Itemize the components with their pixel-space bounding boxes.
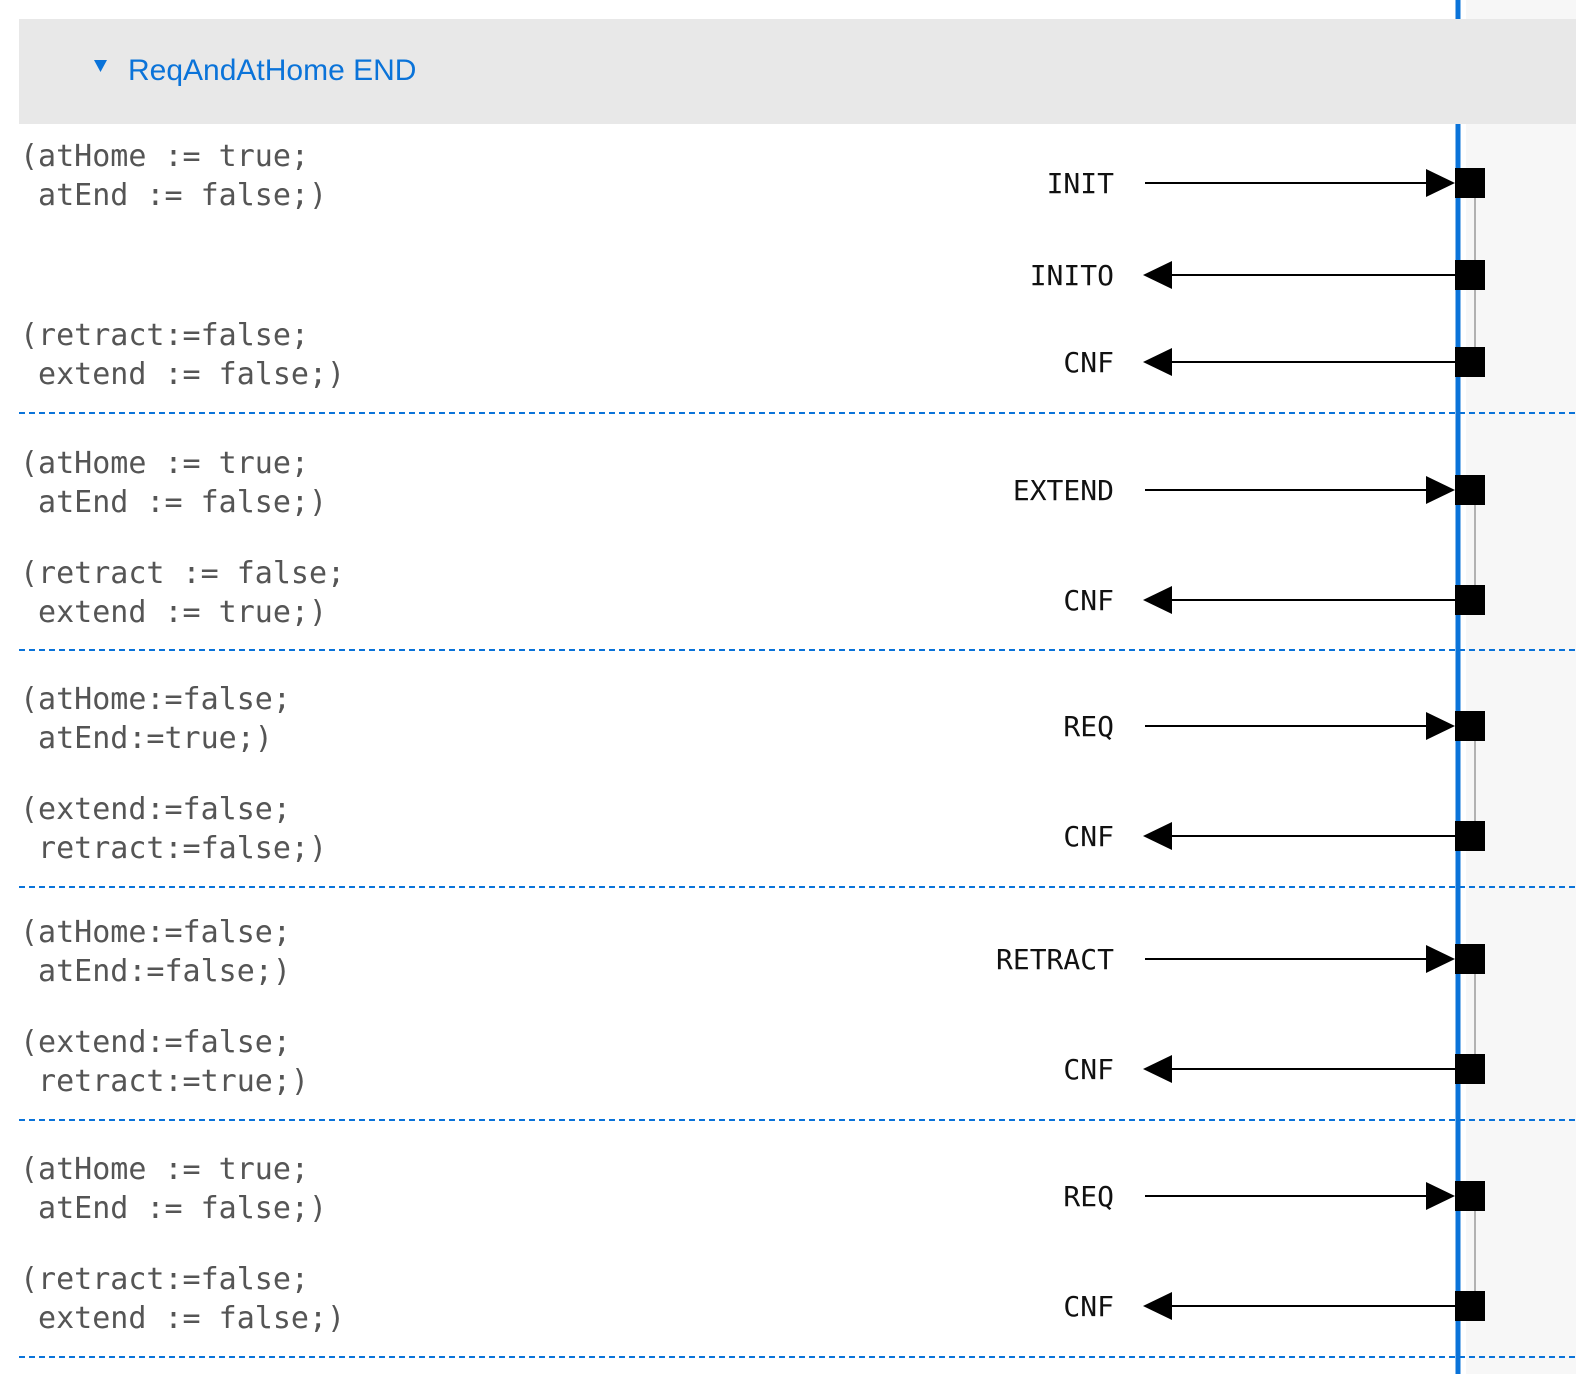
event-box[interactable] xyxy=(1455,1291,1485,1321)
event-box[interactable] xyxy=(1455,711,1485,741)
arrowhead-left-icon xyxy=(1143,822,1172,850)
annotation-line: (retract:=false; xyxy=(20,318,309,353)
annotation-line: (retract := false; xyxy=(20,556,345,591)
annotation-line: retract:=true;) xyxy=(20,1064,309,1099)
event-box[interactable] xyxy=(1455,347,1485,377)
event-label: CNF xyxy=(1063,1290,1114,1323)
annotation-line: atEnd := false;) xyxy=(20,178,327,213)
annotation-line: extend := false;) xyxy=(20,1301,345,1336)
event-label: REQ xyxy=(1063,710,1114,743)
event-row[interactable]: RETRACT (atHome:=false; atEnd:=false;) xyxy=(20,915,1485,989)
event-label: CNF xyxy=(1063,584,1114,617)
arrowhead-left-icon xyxy=(1143,261,1172,289)
event-row[interactable]: CNF (retract:=false; extend := false;) xyxy=(20,1262,1485,1336)
event-box[interactable] xyxy=(1455,260,1485,290)
event-box[interactable] xyxy=(1455,944,1485,974)
arrowhead-left-icon xyxy=(1143,1055,1172,1083)
annotation-line: (extend:=false; xyxy=(20,1025,291,1060)
event-row[interactable]: EXTEND (atHome := true; atEnd := false;) xyxy=(20,446,1485,520)
arrowhead-left-icon xyxy=(1143,348,1172,376)
annotation-line: atEnd := false;) xyxy=(20,485,327,520)
annotation-line: atEnd:=true;) xyxy=(20,721,273,756)
event-box[interactable] xyxy=(1455,1054,1485,1084)
annotation-line: (atHome := true; xyxy=(20,1152,309,1187)
annotation-line: atEnd:=false;) xyxy=(20,954,291,989)
event-row[interactable]: CNF (extend:=false; retract:=true;) xyxy=(20,1025,1485,1099)
annotation-line: (retract:=false; xyxy=(20,1262,309,1297)
event-row[interactable]: CNF (retract:=false; extend := false;) xyxy=(20,318,1485,392)
event-label: CNF xyxy=(1063,1053,1114,1086)
event-box[interactable] xyxy=(1455,168,1485,198)
annotation-line: (atHome := true; xyxy=(20,139,309,174)
arrowhead-left-icon xyxy=(1143,586,1172,614)
header-title[interactable]: ReqAndAtHome END xyxy=(128,54,416,87)
event-box[interactable] xyxy=(1455,821,1485,851)
event-label: INITO xyxy=(1030,259,1114,292)
event-row[interactable]: REQ (atHome := true; atEnd := false;) xyxy=(20,1152,1485,1226)
right-panel xyxy=(1466,0,1576,1374)
arrowhead-right-icon xyxy=(1426,945,1455,973)
annotation-line: (extend:=false; xyxy=(20,792,291,827)
annotation-line: (atHome:=false; xyxy=(20,682,291,717)
event-row[interactable]: CNF (retract := false; extend := true;) xyxy=(20,556,1485,630)
event-label: EXTEND xyxy=(1013,474,1114,507)
annotation-line: (atHome:=false; xyxy=(20,915,291,950)
event-box[interactable] xyxy=(1455,475,1485,505)
sequence-diagram: ReqAndAtHome END INIT (atHome := true; at… xyxy=(19,0,1576,1374)
annotation-line: retract:=false;) xyxy=(20,831,327,866)
event-label: REQ xyxy=(1063,1180,1114,1213)
event-row[interactable]: CNF (extend:=false; retract:=false;) xyxy=(20,792,1485,866)
event-box[interactable] xyxy=(1455,585,1485,615)
arrowhead-right-icon xyxy=(1426,169,1455,197)
arrowhead-right-icon xyxy=(1426,476,1455,504)
annotation-line: extend := false;) xyxy=(20,357,345,392)
annotation-line: (atHome := true; xyxy=(20,446,309,481)
event-row[interactable]: REQ (atHome:=false; atEnd:=true;) xyxy=(20,682,1485,756)
event-box[interactable] xyxy=(1455,1181,1485,1211)
event-row[interactable]: INIT (atHome := true; atEnd := false;) xyxy=(20,139,1485,213)
event-label: CNF xyxy=(1063,346,1114,379)
arrowhead-left-icon xyxy=(1143,1292,1172,1320)
event-row[interactable]: INITO xyxy=(1030,259,1485,292)
event-label: INIT xyxy=(1047,167,1115,200)
event-label: RETRACT xyxy=(996,943,1114,976)
annotation-line: atEnd := false;) xyxy=(20,1191,327,1226)
annotation-line: extend := true;) xyxy=(20,595,327,630)
arrowhead-right-icon xyxy=(1426,1182,1455,1210)
event-label: CNF xyxy=(1063,820,1114,853)
arrowhead-right-icon xyxy=(1426,712,1455,740)
